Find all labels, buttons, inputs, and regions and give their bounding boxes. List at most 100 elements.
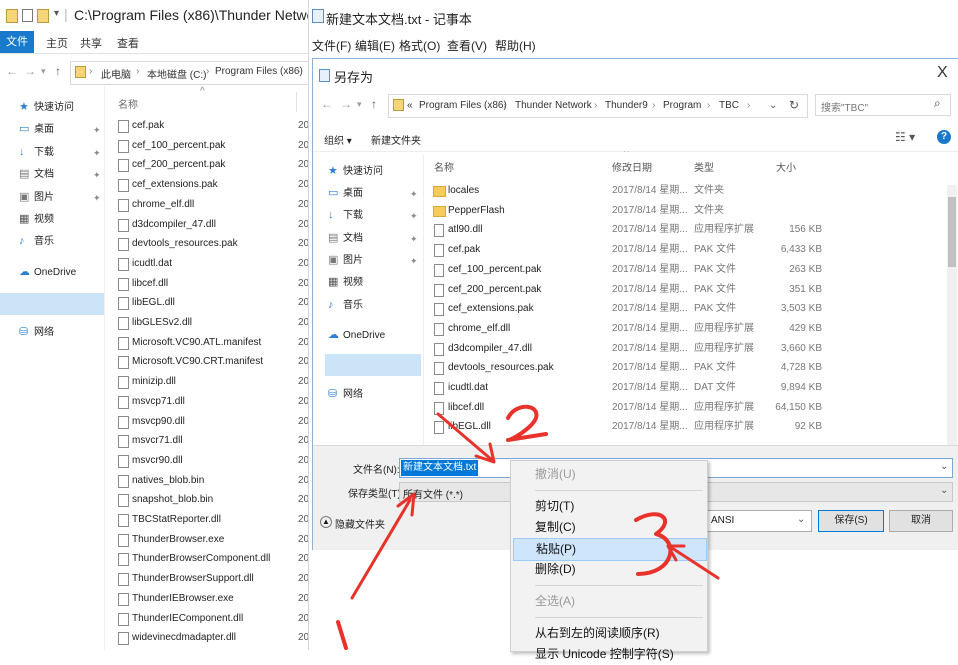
scrollbar-thumb[interactable] — [948, 197, 956, 267]
file-row[interactable]: atl90.dll 2017/8/14 星期... 应用程序扩展 156 KB — [424, 220, 944, 240]
save-button[interactable]: 保存(S) — [818, 510, 884, 532]
hide-folders-button[interactable]: 隐藏文件夹 — [335, 516, 385, 531]
row-name: icudtl.dat — [448, 382, 489, 393]
file-row[interactable]: chrome_elf.dll 2017/8/14 星期... 应用程序扩展 429 K… — [424, 319, 944, 339]
column-header-name[interactable]: 名称 — [118, 96, 138, 111]
context-menu-item[interactable]: 显示 Unicode 控制字符(S) — [513, 644, 705, 665]
file-date: 20 — [298, 376, 309, 388]
dialog-nav-item-0[interactable]: ★ 快速访问 — [313, 161, 423, 183]
back-arrow-icon[interactable]: ← — [6, 64, 18, 78]
chevron-down-icon[interactable]: ⌄ — [940, 461, 948, 472]
file-row[interactable]: cef.pak 2017/8/14 星期... PAK 文件 6,433 KB — [424, 240, 944, 260]
dialog-nav-item-3[interactable]: ▤ 文档 ✦ — [313, 228, 423, 250]
dialog-address-bar[interactable]: « Program Files (x86) › Thunder Network … — [388, 94, 808, 118]
file-row[interactable]: libcef.dll 2017/8/14 星期... 应用程序扩展 64,150 KB — [424, 398, 944, 418]
nav-item-7[interactable]: ☁ OneDrive — [0, 262, 104, 284]
chevron-down-icon[interactable]: ▾ — [54, 8, 59, 19]
explorer-ribbon: 文件 主页 共享 查看 — [0, 31, 308, 54]
context-menu-item[interactable]: 从右到左的阅读顺序(R) — [513, 623, 705, 644]
encoding-select[interactable]: ANSI ⌄ — [706, 510, 812, 532]
breadcrumb-program-files[interactable]: Program Files (x86) — [419, 100, 507, 111]
explorer-address-bar[interactable]: › 此电脑 › 本地磁盘 (C:) › Program Files (x86) … — [70, 61, 308, 85]
row-name: chrome_elf.dll — [448, 322, 511, 334]
dialog-scrollbar[interactable] — [947, 185, 957, 445]
breadcrumb-thunder9[interactable]: Thunder9 — [605, 100, 648, 111]
breadcrumb-tbc[interactable]: TBC — [719, 100, 739, 111]
chevron-down-icon[interactable]: ⌄ — [769, 100, 777, 111]
folder-row[interactable]: PepperFlash 2017/8/14 星期... 文件夹 — [424, 201, 944, 221]
context-menu-item[interactable]: 粘贴(P) — [513, 538, 707, 561]
row-name: PepperFlash — [448, 204, 505, 216]
context-menu-item[interactable]: 删除(D) — [513, 559, 705, 580]
new-folder-icon[interactable] — [37, 9, 49, 23]
file-row[interactable]: cef_200_percent.pak 2017/8/14 星期... PAK 文件… — [424, 280, 944, 300]
column-header-type[interactable]: 类型 — [694, 159, 714, 174]
context-menu-item[interactable]: 剪切(T) — [513, 496, 705, 517]
ribbon-tab-home[interactable]: 主页 — [46, 35, 68, 51]
ribbon-tab-file[interactable]: 文件 — [0, 31, 34, 53]
explorer-title-bar: ▾ | C:\Program Files (x86)\Thunder Netwo… — [0, 0, 308, 31]
dialog-nav-item-7[interactable]: ☁ OneDrive — [313, 325, 423, 347]
dialog-nav-item-5[interactable]: ▦ 视频 — [313, 272, 423, 294]
dialog-search-input[interactable]: 搜索"TBC" ⌕ — [815, 94, 951, 116]
nav-item-1[interactable]: ▭ 桌面 ✦ — [0, 119, 104, 141]
dialog-nav-item-1[interactable]: ▭ 桌面 ✦ — [313, 183, 423, 205]
refresh-icon[interactable]: ↻ — [789, 98, 799, 112]
chevron-down-icon[interactable]: ▾ — [357, 99, 362, 110]
back-arrow-icon[interactable]: ← — [321, 97, 333, 111]
file-row[interactable]: d3dcompiler_47.dll 2017/8/14 星期... 应用程序扩展 3… — [424, 339, 944, 359]
nav-item-5[interactable]: ▦ 视频 — [0, 209, 104, 231]
context-menu-item[interactable]: 复制(C) — [513, 517, 705, 538]
breadcrumb-overflow[interactable]: « — [407, 100, 413, 111]
file-row[interactable]: devtools_resources.pak 2017/8/14 星期... PAK… — [424, 358, 944, 378]
help-icon[interactable]: ? — [937, 130, 951, 144]
dialog-nav-item-6[interactable]: ♪ 音乐 — [313, 295, 423, 317]
dialog-nav-item-4[interactable]: ▣ 图片 ✦ — [313, 250, 423, 272]
nav-item-4[interactable]: ▣ 图片 ✦ — [0, 187, 104, 209]
forward-arrow-icon[interactable]: → — [24, 64, 36, 78]
nav-item-2[interactable]: ↓ 下载 ✦ — [0, 142, 104, 164]
nav-item-3[interactable]: ▤ 文档 ✦ — [0, 164, 104, 186]
column-header-date[interactable]: 修改日期 — [612, 159, 652, 174]
collapse-icon[interactable]: ▲ — [320, 516, 332, 528]
row-size: 351 KB — [789, 283, 822, 295]
up-arrow-icon[interactable]: ↑ — [55, 64, 61, 78]
file-name: libcef.dll — [132, 277, 169, 289]
dialog-nav-item-2[interactable]: ↓ 下载 ✦ — [313, 205, 423, 227]
file-row[interactable]: libEGL.dll 2017/8/14 星期... 应用程序扩展 92 KB — [424, 417, 944, 437]
column-header-name[interactable]: 名称 — [434, 159, 454, 174]
file-row[interactable]: icudtl.dat 2017/8/14 星期... DAT 文件 9,894 KB — [424, 378, 944, 398]
properties-icon[interactable] — [22, 9, 33, 22]
nav-item-6[interactable]: ♪ 音乐 — [0, 231, 104, 253]
folder-row[interactable]: locales 2017/8/14 星期... 文件夹 — [424, 181, 944, 201]
menu-file[interactable]: 文件(F) — [312, 37, 351, 54]
nav-item-0[interactable]: ★ 快速访问 — [0, 97, 104, 119]
ribbon-tab-share[interactable]: 共享 — [80, 35, 102, 51]
chevron-down-icon[interactable]: ⌄ — [940, 485, 948, 496]
forward-arrow-icon[interactable]: → — [340, 97, 352, 111]
chevron-down-icon[interactable]: ▾ — [41, 66, 46, 77]
column-header-size[interactable]: 大小 — [776, 159, 796, 174]
dialog-nav-item-9[interactable]: ⛁ 网络 — [313, 384, 423, 406]
breadcrumb-this-pc[interactable]: 此电脑 — [101, 66, 131, 81]
file-date: 20 — [298, 415, 309, 427]
organize-button[interactable]: 组织 ▾ — [324, 132, 352, 147]
menu-view[interactable]: 查看(V) — [447, 37, 487, 54]
file-row[interactable]: cef_100_percent.pak 2017/8/14 星期... PAK 文件… — [424, 260, 944, 280]
up-arrow-icon[interactable]: ↑ — [371, 97, 377, 111]
new-folder-button[interactable]: 新建文件夹 — [371, 132, 421, 147]
cancel-button[interactable]: 取消 — [889, 510, 953, 532]
menu-format[interactable]: 格式(O) — [399, 37, 440, 54]
menu-edit[interactable]: 编辑(E) — [355, 37, 395, 54]
breadcrumb-thunder-network[interactable]: Thunder Network — [515, 100, 592, 111]
breadcrumb-program[interactable]: Program — [663, 100, 701, 111]
close-button[interactable]: X — [937, 64, 948, 82]
file-row[interactable]: cef_extensions.pak 2017/8/14 星期... PAK 文件 3… — [424, 299, 944, 319]
menu-help[interactable]: 帮助(H) — [495, 37, 536, 54]
breadcrumb-program-files[interactable]: Program Files (x86) — [215, 66, 303, 77]
breadcrumb-local-disk[interactable]: 本地磁盘 (C:) — [147, 66, 206, 81]
view-options-icon[interactable]: ☷ ▾ — [895, 130, 915, 144]
ribbon-tab-view[interactable]: 查看 — [117, 35, 139, 51]
nav-item-9[interactable]: ⛁ 网络 — [0, 322, 104, 344]
row-type: 文件夹 — [694, 185, 724, 196]
